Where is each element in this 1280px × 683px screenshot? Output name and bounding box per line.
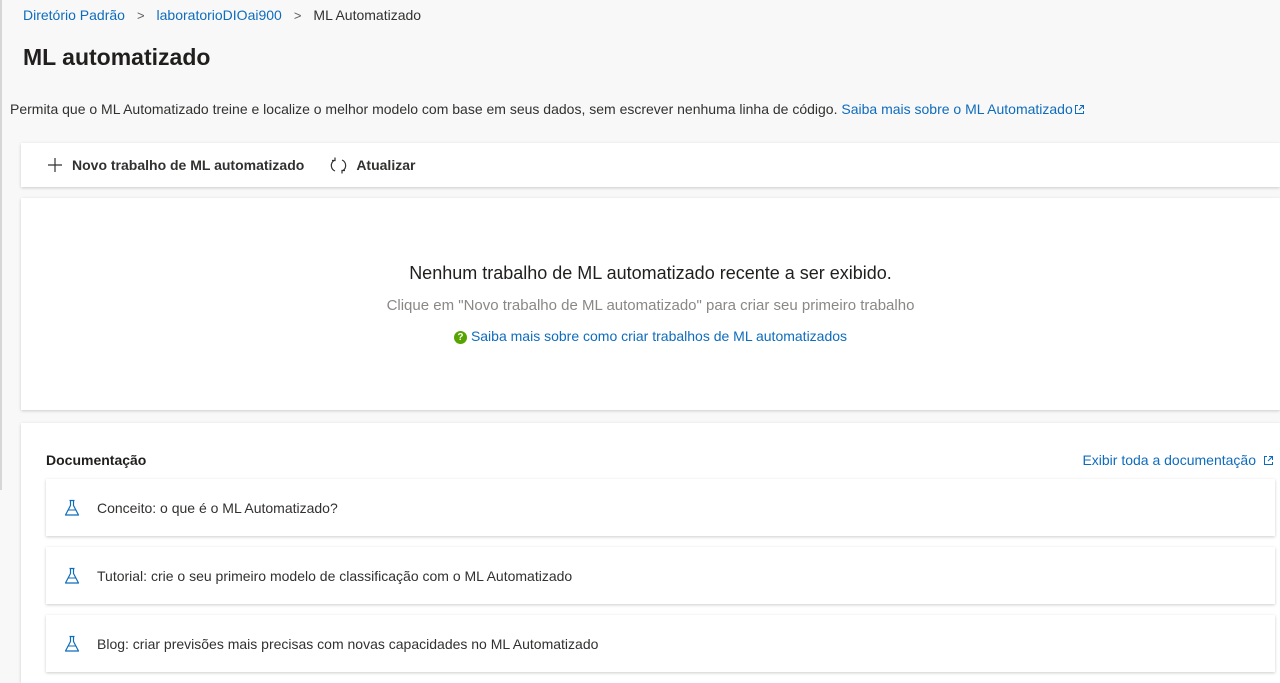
learn-more-label: Saiba mais sobre o ML Automatizado [841,101,1073,117]
breadcrumb-item-directory[interactable]: Diretório Padrão [23,7,125,23]
documentation-card: Documentação Exibir toda a documentação … [21,423,1280,683]
empty-state-card: Nenhum trabalho de ML automatizado recen… [21,198,1280,410]
empty-state-title: Nenhum trabalho de ML automatizado recen… [409,263,892,283]
view-all-documentation-link[interactable]: Exibir toda a documentação [1082,452,1274,468]
plus-icon [48,158,62,172]
empty-state-subtitle: Clique em "Novo trabalho de ML automatiz… [386,297,915,314]
breadcrumb-item-current: ML Automatizado [313,7,422,23]
flask-icon [64,499,80,516]
doc-item-label: Blog: criar previsões mais precisas com … [97,635,599,652]
external-link-icon [1074,105,1084,114]
refresh-label: Atualizar [356,157,416,173]
new-automl-job-button[interactable]: Novo trabalho de ML automatizado [47,157,304,173]
doc-item-label: Conceito: o que é o ML Automatizado? [97,499,338,516]
doc-item-blog[interactable]: Blog: criar previsões mais precisas com … [46,615,1275,672]
learn-more-link[interactable]: Saiba mais sobre o ML Automatizado [841,101,1084,117]
documentation-title: Documentação [46,452,147,468]
breadcrumb-item-workspace[interactable]: laboratorioDIOai900 [157,7,282,23]
description-text: Permita que o ML Automatizado treine e l… [10,101,842,117]
help-icon: ? [453,331,467,344]
flask-icon [64,567,80,584]
refresh-button[interactable]: Atualizar [330,157,415,174]
flask-icon [64,635,80,652]
left-edge-divider [0,0,2,490]
empty-state-help: ? Saiba mais sobre como criar trabalhos d… [21,328,1280,344]
doc-item-label: Tutorial: crie o seu primeiro modelo de … [97,567,573,584]
new-automl-job-label: Novo trabalho de ML automatizado [72,157,305,173]
chevron-right-icon: > [136,7,145,23]
page-title: ML automatizado [23,44,211,70]
breadcrumb: Diretório Padrão > laboratorioDIOai900 >… [23,5,421,25]
refresh-icon [331,157,347,173]
create-jobs-help-link[interactable]: Saiba mais sobre como criar trabalhos de… [471,328,847,344]
chevron-right-icon: > [293,7,302,23]
command-bar: Novo trabalho de ML automatizado Atualiz… [21,143,1280,187]
external-link-icon [1264,455,1273,465]
view-all-documentation-label: Exibir toda a documentação [1082,452,1256,468]
doc-item-tutorial[interactable]: Tutorial: crie o seu primeiro modelo de … [46,547,1275,604]
doc-item-concept[interactable]: Conceito: o que é o ML Automatizado? [46,479,1275,536]
page-description: Permita que o ML Automatizado treine e l… [10,101,1085,117]
